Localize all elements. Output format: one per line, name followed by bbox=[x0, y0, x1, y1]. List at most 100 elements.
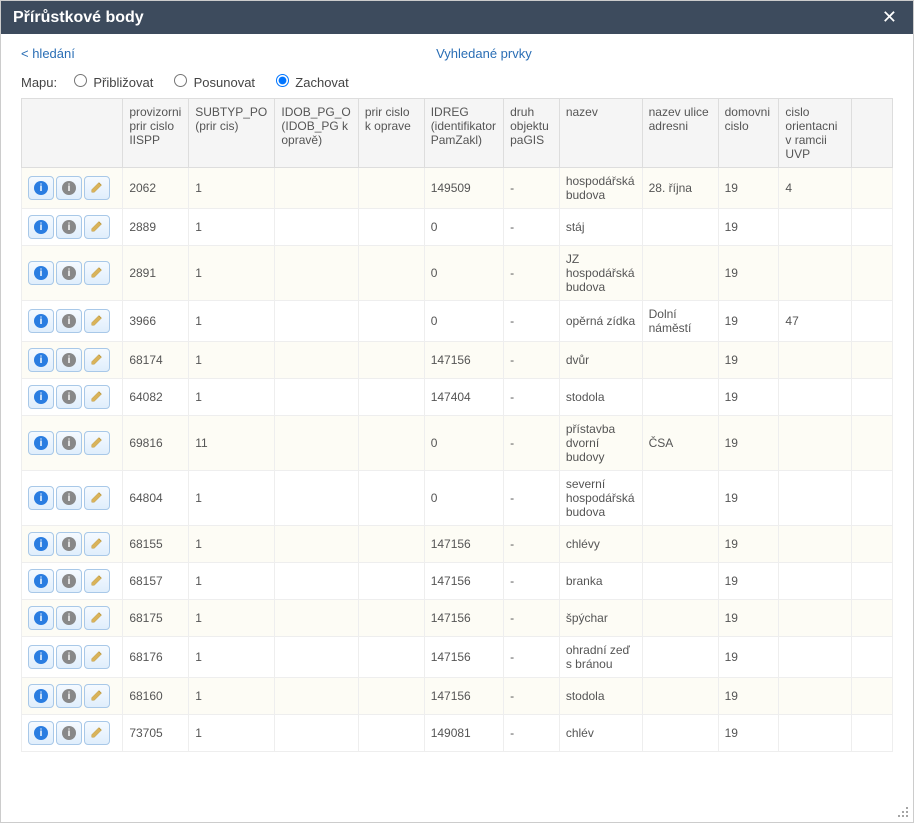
actions-cell: ii bbox=[22, 209, 123, 246]
info-button[interactable]: i bbox=[28, 721, 54, 745]
cell-prir: 73705 bbox=[123, 715, 189, 752]
info-icon: i bbox=[34, 390, 48, 404]
cell-druh: - bbox=[504, 678, 560, 715]
col-druh[interactable]: druh objektu paGIS bbox=[504, 99, 560, 168]
resize-handle[interactable] bbox=[897, 806, 909, 818]
edit-button[interactable] bbox=[84, 569, 110, 593]
cell-druh: - bbox=[504, 563, 560, 600]
edit-button[interactable] bbox=[84, 215, 110, 239]
close-button[interactable]: ✕ bbox=[878, 7, 901, 28]
map-option-keep[interactable]: Zachovat bbox=[271, 75, 349, 90]
cell-druh: - bbox=[504, 471, 560, 526]
cell-prir: 68174 bbox=[123, 342, 189, 379]
info-button[interactable]: i bbox=[28, 486, 54, 510]
edit-button[interactable] bbox=[84, 486, 110, 510]
cell-ulice bbox=[642, 209, 718, 246]
cell-ulice bbox=[642, 637, 718, 678]
col-idreg[interactable]: IDREG (identifikator PamZakl) bbox=[424, 99, 503, 168]
detail-button[interactable]: i bbox=[56, 431, 82, 455]
info-button[interactable]: i bbox=[28, 309, 54, 333]
detail-icon: i bbox=[62, 689, 76, 703]
radio-zoom[interactable] bbox=[74, 74, 87, 87]
edit-button[interactable] bbox=[84, 261, 110, 285]
col-idobpg[interactable]: IDOB_PG_O (IDOB_PG k opravě) bbox=[275, 99, 358, 168]
info-button[interactable]: i bbox=[28, 606, 54, 630]
cell-trailing bbox=[852, 600, 893, 637]
col-actions bbox=[22, 99, 123, 168]
cell-nazev: opěrná zídka bbox=[559, 301, 642, 342]
col-nazev[interactable]: nazev bbox=[559, 99, 642, 168]
radio-pan[interactable] bbox=[174, 74, 187, 87]
edit-button[interactable] bbox=[84, 176, 110, 200]
cell-nazev: přístavba dvorní budovy bbox=[559, 416, 642, 471]
table-row: ii396610-opěrná zídkaDolní náměstí1947 bbox=[22, 301, 893, 342]
info-button[interactable]: i bbox=[28, 645, 54, 669]
col-prirk[interactable]: prir cislo k oprave bbox=[358, 99, 424, 168]
info-button[interactable]: i bbox=[28, 348, 54, 372]
detail-button[interactable]: i bbox=[56, 606, 82, 630]
cell-prirk bbox=[358, 342, 424, 379]
info-button[interactable]: i bbox=[28, 261, 54, 285]
col-domovni[interactable]: domovni cislo bbox=[718, 99, 779, 168]
edit-button[interactable] bbox=[84, 606, 110, 630]
detail-button[interactable]: i bbox=[56, 261, 82, 285]
cell-druh: - bbox=[504, 301, 560, 342]
detail-icon: i bbox=[62, 314, 76, 328]
col-orient[interactable]: cislo orientacni v ramcii UVP bbox=[779, 99, 852, 168]
cell-domovni: 19 bbox=[718, 342, 779, 379]
info-icon: i bbox=[34, 181, 48, 195]
col-ulice[interactable]: nazev ulice adresni bbox=[642, 99, 718, 168]
edit-button[interactable] bbox=[84, 684, 110, 708]
edit-button[interactable] bbox=[84, 532, 110, 556]
info-icon: i bbox=[34, 266, 48, 280]
cell-trailing bbox=[852, 715, 893, 752]
map-option-pan[interactable]: Posunovat bbox=[169, 75, 259, 90]
detail-button[interactable]: i bbox=[56, 532, 82, 556]
detail-icon: i bbox=[62, 726, 76, 740]
detail-button[interactable]: i bbox=[56, 309, 82, 333]
detail-button[interactable]: i bbox=[56, 215, 82, 239]
info-button[interactable]: i bbox=[28, 684, 54, 708]
info-button[interactable]: i bbox=[28, 385, 54, 409]
cell-ulice bbox=[642, 563, 718, 600]
detail-button[interactable]: i bbox=[56, 486, 82, 510]
cell-idreg: 147156 bbox=[424, 678, 503, 715]
detail-button[interactable]: i bbox=[56, 176, 82, 200]
edit-button[interactable] bbox=[84, 348, 110, 372]
info-button[interactable]: i bbox=[28, 532, 54, 556]
edit-button[interactable] bbox=[84, 385, 110, 409]
cell-trailing bbox=[852, 563, 893, 600]
info-button[interactable]: i bbox=[28, 431, 54, 455]
actions-cell: ii bbox=[22, 246, 123, 301]
edit-button[interactable] bbox=[84, 309, 110, 333]
cell-prirk bbox=[358, 168, 424, 209]
edit-button[interactable] bbox=[84, 431, 110, 455]
cell-subtyp: 1 bbox=[189, 563, 275, 600]
back-link[interactable]: < hledání bbox=[21, 46, 75, 61]
detail-button[interactable]: i bbox=[56, 348, 82, 372]
detail-button[interactable]: i bbox=[56, 721, 82, 745]
detail-button[interactable]: i bbox=[56, 569, 82, 593]
detail-button[interactable]: i bbox=[56, 385, 82, 409]
cell-prir: 64082 bbox=[123, 379, 189, 416]
cell-idreg: 147156 bbox=[424, 637, 503, 678]
radio-keep[interactable] bbox=[276, 74, 289, 87]
edit-button[interactable] bbox=[84, 721, 110, 745]
info-icon: i bbox=[34, 220, 48, 234]
col-subtyp[interactable]: SUBTYP_PO (prir cis) bbox=[189, 99, 275, 168]
info-button[interactable]: i bbox=[28, 215, 54, 239]
detail-button[interactable]: i bbox=[56, 645, 82, 669]
cell-domovni: 19 bbox=[718, 168, 779, 209]
detail-icon: i bbox=[62, 436, 76, 450]
edit-button[interactable] bbox=[84, 645, 110, 669]
map-option-zoom[interactable]: Přibližovat bbox=[69, 75, 157, 90]
info-button[interactable]: i bbox=[28, 569, 54, 593]
pencil-icon bbox=[90, 688, 104, 705]
detail-button[interactable]: i bbox=[56, 684, 82, 708]
cell-trailing bbox=[852, 526, 893, 563]
cell-idobpg bbox=[275, 246, 358, 301]
detail-icon: i bbox=[62, 390, 76, 404]
col-prir[interactable]: provizorni prir cislo IISPP bbox=[123, 99, 189, 168]
info-button[interactable]: i bbox=[28, 176, 54, 200]
close-icon: ✕ bbox=[882, 7, 897, 27]
